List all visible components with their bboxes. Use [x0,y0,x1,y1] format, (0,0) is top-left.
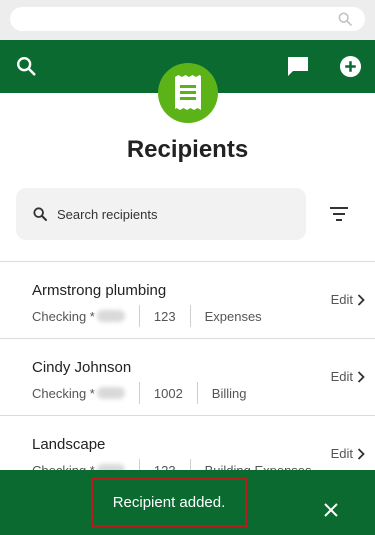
recipient-row[interactable]: Cindy Johnson Checking * 1002 Billing Ed… [0,338,375,415]
recipient-name: Armstrong plumbing [32,282,167,299]
toast-message-highlight: Recipient added. [91,478,247,527]
search-icon [33,207,47,221]
masked-account-number [96,310,125,322]
account-label: Checking * [32,386,139,401]
recipient-row[interactable]: Armstrong plumbing Checking * 123 Expens… [0,261,375,338]
chat-icon [288,57,308,76]
toast-snackbar: Recipient added. [0,470,375,535]
edit-button[interactable]: Edit [331,292,365,307]
chevron-right-icon [357,293,365,306]
search-placeholder: Search recipients [57,207,158,222]
messages-button[interactable] [286,54,310,78]
add-recipient-button[interactable] [338,54,362,78]
chevron-right-icon [357,370,365,383]
recipient-category: Expenses [204,308,262,324]
recipient-meta: Checking * 1002 Billing [32,382,247,404]
logo-badge [158,63,218,123]
edit-label: Edit [330,369,353,384]
recipient-name: Cindy Johnson [32,359,132,376]
toast-message: Recipient added. [112,494,226,511]
close-icon[interactable] [322,501,340,519]
page-title: Recipients [126,136,249,163]
url-field[interactable] [10,7,365,31]
header-search-button[interactable] [14,54,38,78]
edit-button[interactable]: Edit [331,369,365,384]
edit-label: Edit [330,292,353,307]
recipient-category: Billing [211,385,247,401]
recipient-name: Landscape [32,436,106,453]
masked-account-number [96,387,125,399]
recipient-number: 123 [153,308,176,324]
chevron-right-icon [357,447,365,460]
edit-button[interactable]: Edit [331,446,365,461]
search-recipients-input[interactable]: Search recipients [16,188,306,240]
recipient-list: Armstrong plumbing Checking * 123 Expens… [0,261,375,492]
recipient-number: 1002 [153,385,183,401]
url-search-icon [338,12,352,26]
filter-icon[interactable] [328,204,350,224]
recipient-meta: Checking * 123 Expenses [32,305,262,327]
browser-bar [0,0,375,40]
add-circle-icon [339,55,361,77]
account-label: Checking * [32,309,139,324]
search-icon [17,57,36,76]
receipt-icon [175,75,201,110]
edit-label: Edit [330,446,353,461]
